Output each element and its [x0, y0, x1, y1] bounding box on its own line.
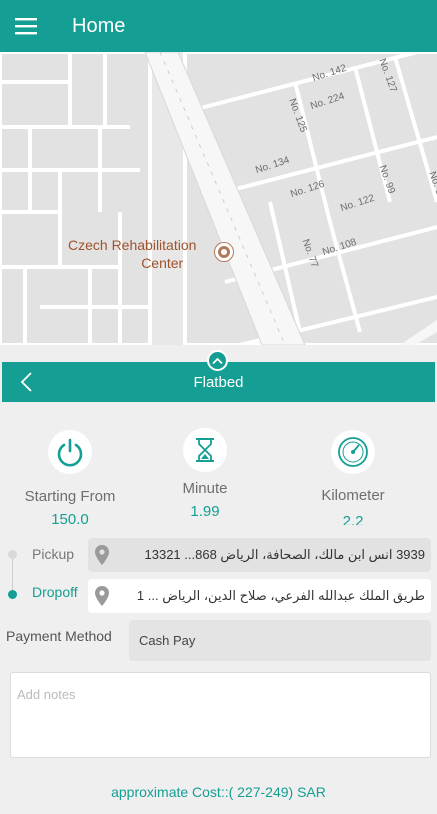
stat-value: 2.2 — [342, 513, 364, 525]
payment-method-label: Payment Method — [6, 628, 112, 644]
power-icon — [48, 430, 92, 474]
pickup-address: 3939 انس ابن مالك، الصحافة، الرياض 868..… — [144, 547, 426, 562]
notes-input[interactable] — [10, 672, 431, 758]
pickup-label: Pickup — [32, 546, 75, 562]
app-bar: Home — [0, 0, 437, 52]
pickup-dot — [8, 550, 17, 559]
fare-stats: Starting From 150.0 Minute 1.99 Kilomete… — [0, 425, 437, 525]
stat-value: 150.0 — [51, 511, 89, 525]
page-title: Home — [72, 14, 126, 37]
poi-label[interactable]: Czech Rehabilitation Center — [68, 236, 196, 272]
hourglass-icon — [183, 428, 227, 472]
menu-button[interactable] — [0, 0, 52, 52]
hamburger-menu-icon — [15, 18, 37, 35]
stat-label: Kilometer — [321, 487, 385, 504]
dropoff-row: Dropoff طريق الملك عبدالله الفرعي، صلاح … — [0, 579, 437, 613]
map-view[interactable]: No. 142 No. 127 No. 224 No. 125 No. 134 … — [0, 52, 437, 345]
dropoff-dot — [8, 590, 17, 599]
stat-minute: Minute 1.99 — [135, 428, 275, 520]
dropoff-address: طريق الملك عبدالله الفرعي، صلاح الدين، ا… — [136, 588, 425, 603]
location-pin-icon — [90, 538, 114, 572]
stat-label: Starting From — [24, 488, 116, 505]
pickup-address-field[interactable]: 3939 انس ابن مالك، الصحافة، الرياض 868..… — [88, 538, 431, 572]
stat-value: 1.99 — [190, 503, 220, 520]
expand-panel-button[interactable] — [207, 350, 228, 371]
pickup-row: Pickup 3939 انس ابن مالك، الصحافة، الريا… — [0, 538, 437, 572]
chevron-up-icon — [212, 357, 223, 364]
poi-marker-icon[interactable] — [215, 243, 233, 261]
payment-method-select[interactable]: Cash Pay — [129, 620, 431, 661]
stat-label: Minute — [182, 480, 228, 497]
back-button[interactable] — [2, 362, 50, 402]
vehicle-type-title: Flatbed — [193, 373, 244, 391]
location-pin-icon — [90, 579, 114, 613]
speedometer-icon — [331, 430, 375, 474]
approximate-cost: approximate Cost::( 227-249) SAR — [111, 784, 326, 800]
dropoff-label: Dropoff — [32, 584, 78, 600]
poi-label-line: Czech Rehabilitation — [68, 237, 197, 253]
dropoff-address-field[interactable]: طريق الملك عبدالله الفرعي، صلاح الدين، ا… — [88, 579, 431, 613]
poi-label-line: Center — [141, 255, 184, 271]
stat-kilometer: Kilometer 2.2 — [283, 430, 423, 525]
chevron-left-icon — [20, 372, 32, 392]
stat-starting-from: Starting From 150.0 — [0, 430, 140, 525]
